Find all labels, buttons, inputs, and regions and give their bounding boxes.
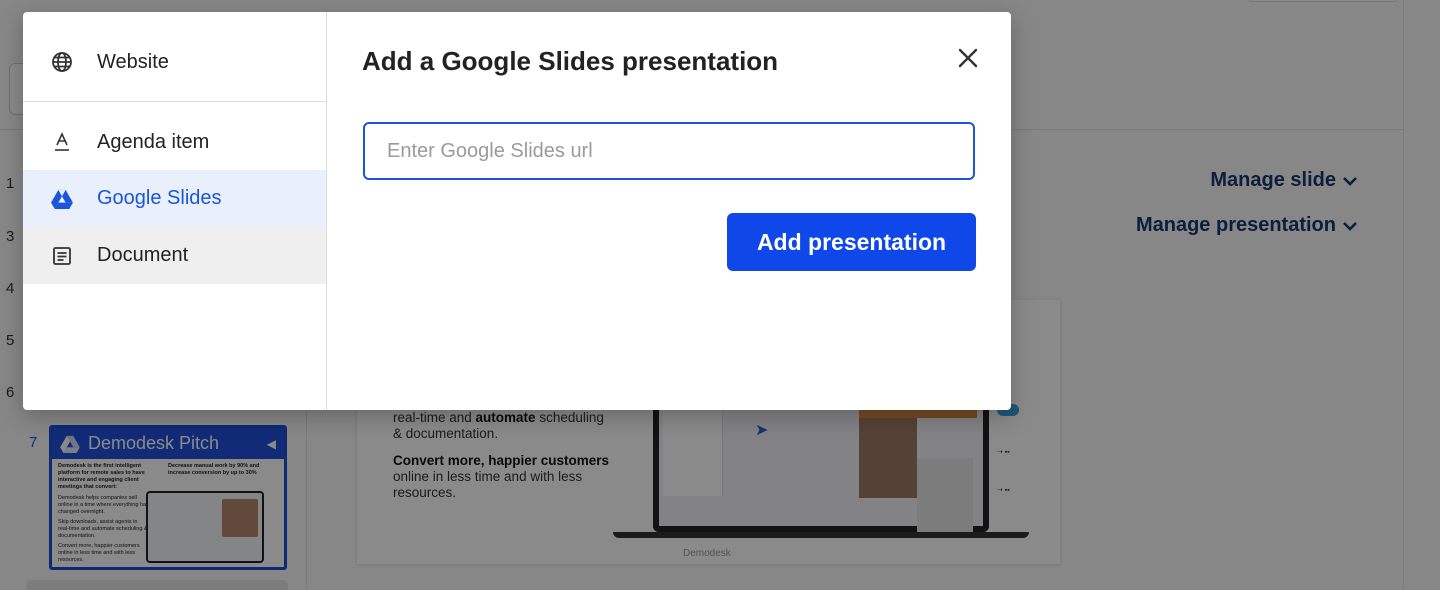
sidebar-item-label: Website xyxy=(97,50,169,73)
sidebar-item-website[interactable]: Website xyxy=(23,37,326,87)
close-icon xyxy=(958,48,978,68)
document-icon xyxy=(51,245,73,267)
google-drive-icon xyxy=(51,188,73,210)
sidebar-item-agenda[interactable]: Agenda item xyxy=(23,117,326,167)
modal-content: Add a Google Slides presentation Add pre… xyxy=(327,12,1011,410)
close-button[interactable] xyxy=(954,44,982,72)
modal-title: Add a Google Slides presentation xyxy=(362,46,779,76)
sidebar-item-google-slides[interactable]: Google Slides xyxy=(23,170,326,227)
content-type-sidebar: Website Agenda item Google Slides Docume… xyxy=(23,12,327,410)
text-format-icon xyxy=(51,131,73,153)
add-presentation-button[interactable]: Add presentation xyxy=(727,213,976,271)
sidebar-item-label: Agenda item xyxy=(97,130,210,153)
google-slides-url-input[interactable] xyxy=(363,122,975,180)
sidebar-divider xyxy=(23,101,326,102)
add-content-modal: Website Agenda item Google Slides Docume… xyxy=(23,12,1011,410)
sidebar-item-label: Document xyxy=(97,244,189,266)
sidebar-item-document[interactable]: Document xyxy=(23,227,326,284)
sidebar-item-label: Google Slides xyxy=(97,187,222,209)
globe-icon xyxy=(51,51,73,73)
